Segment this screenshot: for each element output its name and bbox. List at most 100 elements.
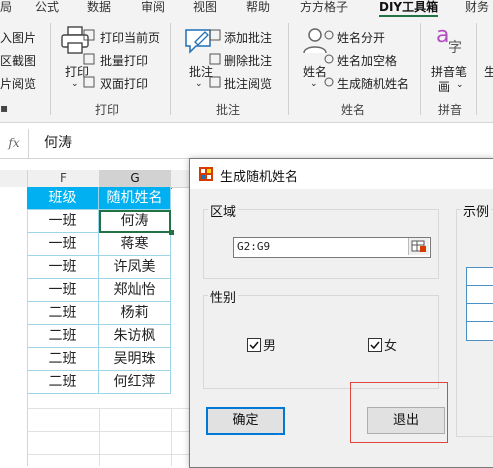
ribbon: 入图片 区截图 片阅览 ▪ 打印 ⌄ 打印当前页 批量打印 双面打印 打印 批注… [0, 17, 493, 123]
ribbon-item-insert-image[interactable]: 入图片 [0, 29, 36, 46]
table-cell[interactable]: 杨莉 [99, 302, 171, 325]
pinyin-group-label: 拼音 [438, 103, 463, 117]
random-name-dialog: 生成随机姓名 区域 G2:G9 性别 男 女 示例 确定 退出 [189, 158, 493, 468]
tab-review[interactable]: 审阅 [141, 0, 165, 17]
formula-bar: fx 何涛 [0, 129, 493, 159]
female-checkbox[interactable] [368, 338, 382, 352]
print-group-label: 打印 [95, 103, 120, 117]
name-add-space-button[interactable]: 姓名加空格 [337, 52, 397, 69]
table-cell[interactable]: 一班 [27, 256, 99, 279]
table-cell[interactable]: 二班 [27, 302, 99, 325]
select-all-corner[interactable] [0, 170, 28, 188]
generate-random-name-button[interactable]: 生成随机姓名 [337, 75, 409, 92]
table-cell[interactable]: 二班 [27, 348, 99, 371]
range-input-value: G2:G9 [237, 240, 271, 253]
formula-input[interactable]: 何涛 [44, 129, 72, 158]
row-header-strip [0, 187, 28, 466]
annotate-group-label: 批注 [216, 103, 241, 117]
group-divider [50, 23, 51, 115]
table-header-random-name[interactable]: 随机姓名 [99, 187, 171, 210]
exit-button[interactable]: 退出 [367, 407, 445, 434]
chevron-down-icon: ⌄ [195, 79, 203, 89]
insert-function-icon[interactable]: fx [0, 129, 29, 158]
ribbon-item-region-screenshot[interactable]: 区截图 [0, 52, 36, 69]
tab-finance[interactable]: 财务 [465, 0, 489, 17]
male-checkbox[interactable] [247, 338, 261, 352]
region-label: 区域 [208, 201, 239, 220]
view-comments-button[interactable]: 批注阅览 [224, 75, 272, 92]
gender-group [203, 295, 439, 389]
ribbon-item-image-preview[interactable]: 片阅览 [0, 75, 36, 92]
dialog-titlebar[interactable]: 生成随机姓名 [190, 159, 493, 189]
range-input[interactable]: G2:G9 [233, 237, 431, 258]
table-cell[interactable]: 二班 [27, 325, 99, 348]
table-cell[interactable]: 吴明珠 [99, 348, 171, 371]
group-divider [170, 23, 171, 115]
add-comment-button[interactable]: 添加批注 [224, 29, 272, 46]
dialog-title: 生成随机姓名 [220, 170, 299, 185]
group-label-left: ▪ [0, 101, 9, 115]
group-divider [420, 23, 421, 115]
column-header-f[interactable]: F [28, 170, 100, 188]
grid-line [28, 454, 189, 455]
print-current-icon [82, 28, 96, 45]
example-label: 示例 [461, 201, 492, 220]
batch-print-icon [82, 52, 96, 69]
random-name-icon [322, 75, 336, 92]
example-table-line [467, 303, 493, 304]
name-space-icon [322, 52, 336, 69]
table-cell[interactable]: 二班 [27, 371, 99, 394]
example-table-line [467, 285, 493, 286]
tab-fangfang[interactable]: 方方格子 [300, 0, 348, 17]
fill-handle[interactable] [169, 230, 174, 235]
name-group-label: 姓名 [341, 103, 366, 117]
ribbon-item-cut[interactable]: 生 [484, 63, 493, 80]
split-name-button[interactable]: 姓名分开 [337, 29, 385, 46]
grid-line [171, 408, 172, 466]
table-cell-selected[interactable]: 何涛 [99, 210, 171, 233]
tab-data[interactable]: 数据 [87, 0, 111, 17]
group-divider [288, 23, 289, 115]
delete-comment-button[interactable]: 删除批注 [224, 52, 272, 69]
example-table-line [467, 321, 493, 322]
gender-label: 性别 [208, 287, 239, 306]
pinyin-stroke-button-line2: 画 [438, 80, 451, 94]
table-cell[interactable]: 一班 [27, 279, 99, 302]
grid-line [28, 431, 189, 432]
duplex-print-button[interactable]: 双面打印 [100, 75, 148, 92]
add-comment-icon [208, 28, 222, 45]
chevron-down-icon: ⌄ [71, 79, 79, 89]
table-cell[interactable]: 许凤美 [99, 256, 171, 279]
batch-print-button[interactable]: 批量打印 [100, 52, 148, 69]
range-select-icon[interactable] [408, 238, 429, 255]
tab-layout[interactable]: 局 [0, 0, 12, 17]
example-table [466, 267, 493, 341]
female-label[interactable]: 女 [384, 335, 397, 354]
pinyin-icon-char: 字 [448, 40, 462, 56]
tab-formulas[interactable]: 公式 [35, 0, 59, 17]
print-current-page-button[interactable]: 打印当前页 [100, 29, 160, 46]
table-cell[interactable]: 何红萍 [99, 371, 171, 394]
tab-help[interactable]: 帮助 [246, 0, 270, 17]
grid-line [28, 408, 189, 409]
table-cell[interactable]: 蒋寒 [99, 233, 171, 256]
ribbon-tab-bar: 局 公式 数据 审阅 视图 帮助 方方格子 DIY工具箱 财务 [0, 0, 493, 17]
chevron-down-icon: ⌄ [310, 79, 318, 89]
tab-diy-toolbox[interactable]: DIY工具箱 [379, 0, 439, 17]
tab-view[interactable]: 视图 [193, 0, 217, 17]
split-name-icon [322, 28, 336, 45]
group-divider [476, 23, 477, 115]
table-header-class[interactable]: 班级 [27, 187, 99, 210]
table-cell[interactable]: 一班 [27, 233, 99, 256]
grid-line [99, 408, 100, 466]
chevron-down-icon: ⌄ [456, 80, 464, 90]
delete-comment-icon [208, 52, 222, 69]
male-label[interactable]: 男 [263, 335, 276, 354]
duplex-print-icon [82, 75, 96, 92]
table-cell[interactable]: 郑灿怡 [99, 279, 171, 302]
table-cell[interactable]: 朱访枫 [99, 325, 171, 348]
ok-button[interactable]: 确定 [206, 407, 285, 435]
table-cell[interactable]: 一班 [27, 210, 99, 233]
app-icon [199, 167, 213, 184]
view-comment-icon [208, 75, 222, 92]
